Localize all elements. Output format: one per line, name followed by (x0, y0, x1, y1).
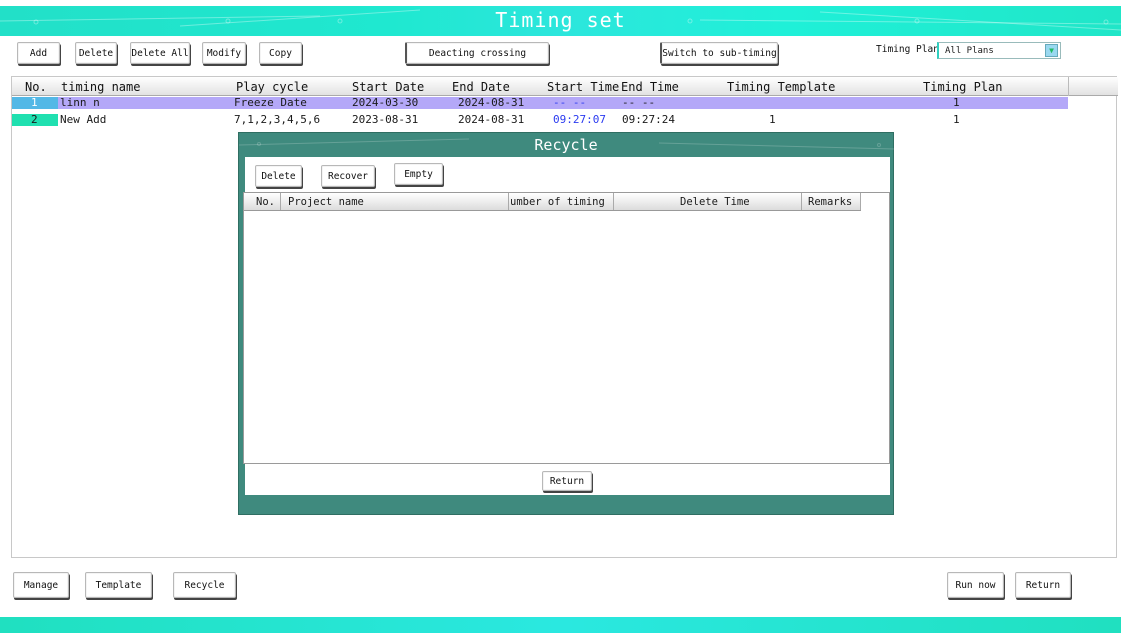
row-template: 1 (769, 113, 776, 126)
timing-plan-label: Timing Plan (876, 44, 939, 55)
col-timing-plan: Timing Plan (923, 80, 1003, 94)
column-divider (613, 193, 614, 210)
row-start-time: -- -- (553, 96, 587, 109)
template-button[interactable]: Template (85, 572, 152, 598)
row-name: linn n (60, 96, 100, 109)
recycle-list-header: No. Project name umber of timing point D… (244, 193, 861, 211)
recycle-button[interactable]: Recycle (173, 572, 236, 598)
column-divider (860, 193, 861, 210)
row-end-time: -- -- (622, 96, 656, 109)
empty-button[interactable]: Empty (394, 163, 443, 185)
recycle-delete-button[interactable]: Delete (255, 165, 302, 187)
col-end-time: End Time (621, 80, 679, 94)
manage-button[interactable]: Manage (13, 572, 69, 598)
column-divider (280, 193, 281, 210)
col-play-cycle: Play cycle (236, 80, 309, 94)
row-cycle: 7,1,2,3,4,5,6 (234, 113, 321, 126)
recycle-list: No. Project name umber of timing point D… (243, 192, 890, 464)
delete-all-button[interactable]: Delete All (130, 42, 190, 64)
modify-button[interactable]: Modify (202, 42, 246, 64)
table-row[interactable]: 2 New Add 7,1,2,3,4,5,6 2023-08-31 2024-… (12, 113, 1068, 126)
row-end-date: 2024-08-31 (458, 96, 525, 109)
chevron-down-icon[interactable]: ▼ (1045, 44, 1058, 57)
row-name: New Add (60, 113, 107, 126)
recycle-return-button[interactable]: Return (542, 471, 592, 491)
row-plan: 1 (953, 96, 960, 109)
page-title: Timing set (495, 8, 626, 32)
return-button[interactable]: Return (1015, 572, 1071, 598)
recycle-title: Recycle (534, 136, 598, 154)
switch-sub-timing-button[interactable]: Switch to sub-timing (660, 42, 778, 64)
recycle-body: Delete Recover Empty No. Project name um… (243, 157, 890, 495)
recycle-col-no: No. (256, 196, 275, 208)
table-header: No. timing name Play cycle Start Date En… (12, 77, 1118, 96)
row-cycle: Freeze Date (234, 96, 307, 109)
col-start-time: Start Time (547, 80, 620, 94)
add-button[interactable]: Add (17, 42, 60, 64)
recycle-col-project: Project name (288, 196, 364, 208)
copy-button[interactable]: Copy (259, 42, 302, 64)
column-divider (801, 193, 802, 210)
row-end-time: 09:27:24 (622, 113, 675, 126)
row-start-date: 2024-03-30 (352, 96, 419, 109)
row-no: 2 (31, 113, 38, 126)
row-end-date: 2024-08-31 (458, 113, 525, 126)
col-end-date: End Date (452, 80, 510, 94)
timing-plan-select[interactable]: All Plans ▼ (937, 42, 1061, 59)
row-plan: 1 (953, 113, 960, 126)
recycle-col-points: umber of timing point (510, 196, 612, 208)
recover-button[interactable]: Recover (321, 165, 375, 187)
bottom-bar (0, 617, 1121, 633)
run-now-button[interactable]: Run now (947, 572, 1004, 598)
row-no: 1 (31, 96, 38, 109)
table-row[interactable]: 1 linn n Freeze Date 2024-03-30 2024-08-… (12, 96, 1068, 109)
recycle-dialog: Recycle Delete Recover Empty No. Project… (238, 132, 895, 515)
title-bar: Timing set (0, 6, 1121, 36)
recycle-col-delete-time: Delete Time (680, 196, 750, 208)
col-start-date: Start Date (352, 80, 425, 94)
header-divider (1068, 77, 1069, 96)
deacting-crossing-button[interactable]: Deacting crossing (405, 42, 549, 64)
col-timing-template: Timing Template (727, 80, 836, 94)
column-divider (508, 193, 509, 210)
col-timing-name: timing name (61, 80, 141, 94)
col-no: No. (25, 80, 47, 94)
row-start-date: 2023-08-31 (352, 113, 419, 126)
recycle-col-remarks: Remarks (808, 196, 853, 208)
timing-plan-value: All Plans (945, 45, 994, 56)
delete-button[interactable]: Delete (75, 42, 117, 64)
row-start-time: 09:27:07 (553, 113, 606, 126)
